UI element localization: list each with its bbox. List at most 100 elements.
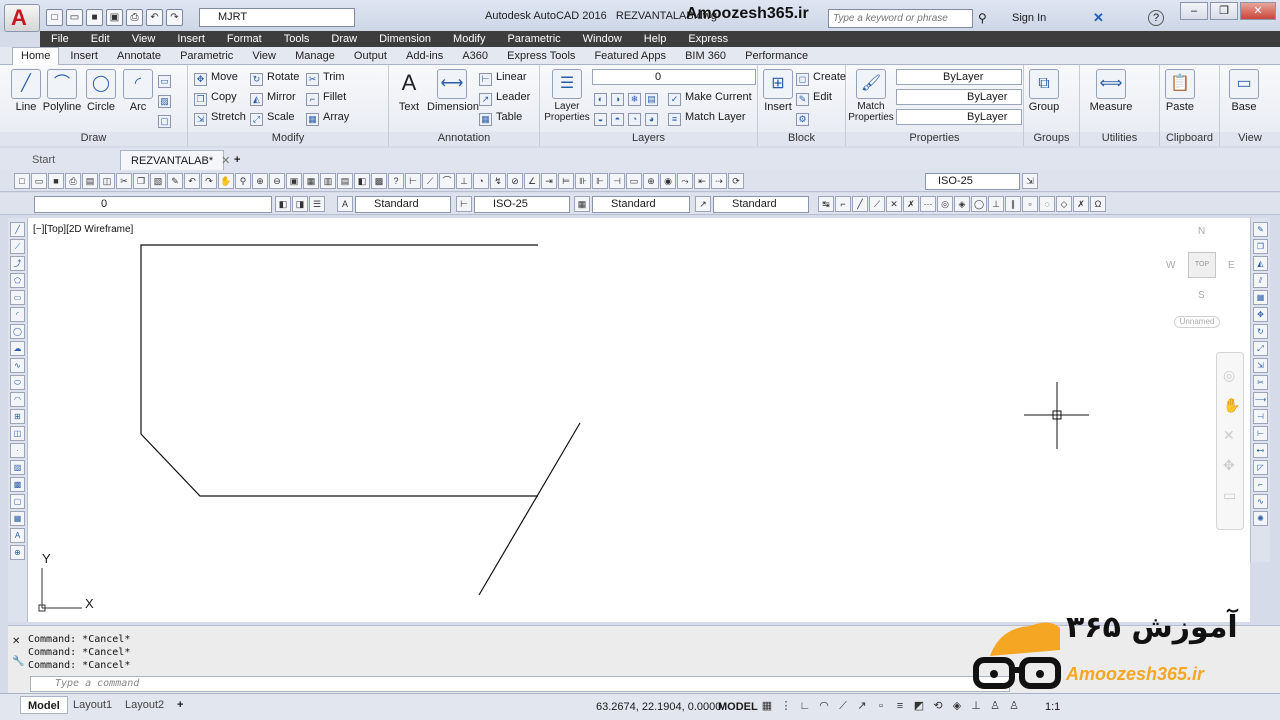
command-settings-icon[interactable]: 🔧 [12,656,24,667]
close-command-line-icon[interactable]: ✕ [12,636,20,647]
snap-node-icon[interactable]: ◌ [1039,196,1055,212]
binoculars-icon[interactable]: ⚲ [978,11,987,25]
tab-insert[interactable]: Insert [62,48,106,65]
osnap-icon[interactable]: ▫ [874,699,888,713]
grid-icon[interactable]: ▦ [760,699,774,713]
snap-icon[interactable]: ⋮ [779,699,793,713]
menu-help[interactable]: Help [633,31,678,47]
layer-isolate-icon[interactable]: ◑ [611,93,624,106]
color-dropdown[interactable]: ByLayer [896,69,1022,85]
undo-icon[interactable]: ↶ [184,173,200,189]
print-icon[interactable]: ⎙ [126,9,143,26]
layer-thaw-icon[interactable]: ◕ [645,113,658,126]
break-point-tool-icon[interactable]: ⊣ [1253,409,1268,424]
circle-button[interactable]: ◯ Circle [81,65,121,113]
tab-bim-360[interactable]: BIM 360 [677,48,734,65]
snap-endpoint-icon[interactable]: ╱ [852,196,868,212]
menu-tools[interactable]: Tools [273,31,321,47]
dim-arc-icon[interactable]: ⌒ [439,173,455,189]
trim-button[interactable]: ✂ Trim [306,69,345,86]
mtext-tool-icon[interactable]: A [10,528,25,543]
dim-linear-icon[interactable]: ⊢ [405,173,421,189]
pan-nav-icon[interactable]: ✋ [1223,397,1240,414]
menu-parametric[interactable]: Parametric [496,31,571,47]
table-button[interactable]: ▦ Table [479,109,522,126]
stretch-button[interactable]: ⇲ Stretch [194,109,246,126]
hatch-tool[interactable]: ▨ [158,91,175,108]
search-input[interactable]: Type a keyword or phrase [828,9,973,28]
layers-panel-title[interactable]: Layers [540,132,757,146]
tool-palettes-icon[interactable]: ▥ [320,173,336,189]
stretch-tool-icon[interactable]: ⇲ [1253,358,1268,373]
linetype-dropdown[interactable]: ByLayer [896,89,1022,105]
polyline-button[interactable]: ⌒ Polyline [42,65,82,113]
center-mark-icon[interactable]: ⊕ [643,173,659,189]
snap-midpoint-icon[interactable]: ⟋ [869,196,885,212]
markup-icon[interactable]: ◧ [354,173,370,189]
region-tool[interactable]: ▢ [158,111,175,128]
properties-panel-title[interactable]: Properties [846,132,1023,146]
dim-radius-icon[interactable]: ◔ [473,173,489,189]
snap-insert-icon[interactable]: ▫ [1022,196,1038,212]
isodraft-icon[interactable]: ⟋ [836,699,850,713]
jogged-linear-icon[interactable]: ⤳ [677,173,693,189]
close-button[interactable]: ✕ [1240,2,1276,20]
mirror-button[interactable]: ◭ Mirror [250,89,296,106]
inspect-icon[interactable]: ◉ [660,173,676,189]
tab-manage[interactable]: Manage [287,48,343,65]
transparency-icon[interactable]: ◩ [912,699,926,713]
cut-icon[interactable]: ✂ [116,173,132,189]
menu-edit[interactable]: Edit [80,31,121,47]
sign-in-button[interactable]: Sign In [1012,12,1046,24]
dim-text-edit-icon[interactable]: ⇢ [711,173,727,189]
open-icon[interactable]: ▭ [66,9,83,26]
blend-tool-icon[interactable]: ∿ [1253,494,1268,509]
selection-cycling-icon[interactable]: ⟲ [931,699,945,713]
paste-icon[interactable]: ▧ [150,173,166,189]
chamfer-tool-icon[interactable]: ◸ [1253,460,1268,475]
point-tool-icon[interactable]: · [10,443,25,458]
menu-window[interactable]: Window [572,31,633,47]
start-tab[interactable]: Start [22,150,117,170]
drawn-polyline[interactable] [140,244,538,497]
open-icon[interactable]: ▭ [31,173,47,189]
sheet-set-icon[interactable]: ▤ [337,173,353,189]
layout-tab-layout2[interactable]: Layout2 [118,696,171,714]
region-tool-icon[interactable]: ▢ [10,494,25,509]
osnap-settings-icon[interactable]: Ω [1090,196,1106,212]
redo-icon[interactable]: ↷ [166,9,183,26]
viewcube-top-face[interactable]: TOP [1188,252,1216,278]
fillet-tool-icon[interactable]: ⌐ [1253,477,1268,492]
plot-icon[interactable]: ⎙ [65,173,81,189]
insert-button[interactable]: ⊞ Insert [758,65,798,113]
match-layer-button[interactable]: ≡ Match Layer [668,109,746,126]
edit-block-button[interactable]: ✎ Edit [796,89,832,106]
mirror-tool-icon[interactable]: ◭ [1253,256,1268,271]
tab-express-tools[interactable]: Express Tools [499,48,583,65]
make-block-tool-icon[interactable]: ◫ [10,426,25,441]
zoom-realtime-icon[interactable]: ⚲ [235,173,251,189]
layer-unisolate-icon[interactable]: ◔ [628,113,641,126]
array-button[interactable]: ▦ Array [306,109,349,126]
utilities-panel-title[interactable]: Utilities [1080,132,1159,146]
line-button[interactable]: ╱ Line [6,65,46,113]
snap-from-icon[interactable]: ⌐ [835,196,851,212]
snap-none-icon[interactable]: ✗ [1073,196,1089,212]
dim-diameter-icon[interactable]: ⊘ [507,173,523,189]
snap-nearest-icon[interactable]: ◇ [1056,196,1072,212]
paste-button[interactable]: 📋 Paste [1160,65,1200,113]
match-properties-button[interactable]: 🖌 Match Properties [848,65,894,123]
orbit-icon[interactable]: ✥ [1223,457,1235,474]
line-tool-icon[interactable]: ╱ [10,222,25,237]
layer-states-icon[interactable]: ◨ [292,196,308,212]
layer-walk-icon[interactable]: ◒ [594,113,607,126]
tab-parametric[interactable]: Parametric [172,48,241,65]
measure-button[interactable]: ⟺ Measure [1086,65,1136,113]
command-input[interactable]: Type a command [30,676,1010,692]
create-block-button[interactable]: ◻ Create [796,69,846,86]
save-icon[interactable]: ■ [86,9,103,26]
viewcube[interactable]: N W TOP E S Unnamed [1162,220,1242,330]
offset-tool-icon[interactable]: ⫽ [1253,273,1268,288]
group-button[interactable]: ⧉ Group [1024,65,1064,113]
undo-icon[interactable]: ↶ [146,9,163,26]
